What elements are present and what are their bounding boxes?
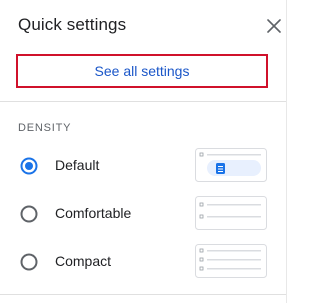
density-default-preview-icon — [195, 148, 267, 182]
see-all-settings-button[interactable]: See all settings — [16, 54, 268, 88]
panel-edge-divider — [286, 0, 287, 303]
density-option-compact[interactable]: Compact — [0, 244, 286, 280]
panel-title: Quick settings — [18, 15, 127, 34]
density-option-label: Comfortable — [55, 205, 132, 221]
close-icon — [267, 19, 281, 33]
see-all-settings-label: See all settings — [94, 63, 190, 79]
radio-unselected-icon[interactable] — [20, 205, 38, 223]
bottom-divider — [0, 294, 286, 295]
radio-selected-icon[interactable] — [20, 157, 38, 175]
density-compact-preview-icon — [195, 244, 267, 278]
density-option-default[interactable]: Default — [0, 148, 286, 184]
radio-unselected-icon[interactable] — [20, 253, 38, 271]
density-option-label: Default — [55, 157, 100, 173]
density-section-label: DENSITY — [18, 122, 72, 134]
density-option-label: Compact — [55, 253, 112, 269]
density-comfortable-preview-icon — [195, 196, 267, 230]
density-option-comfortable[interactable]: Comfortable — [0, 196, 286, 232]
quick-settings-panel: Quick settings See all settings DENSITY … — [0, 0, 289, 303]
section-divider — [0, 101, 286, 102]
close-button[interactable] — [262, 14, 286, 38]
